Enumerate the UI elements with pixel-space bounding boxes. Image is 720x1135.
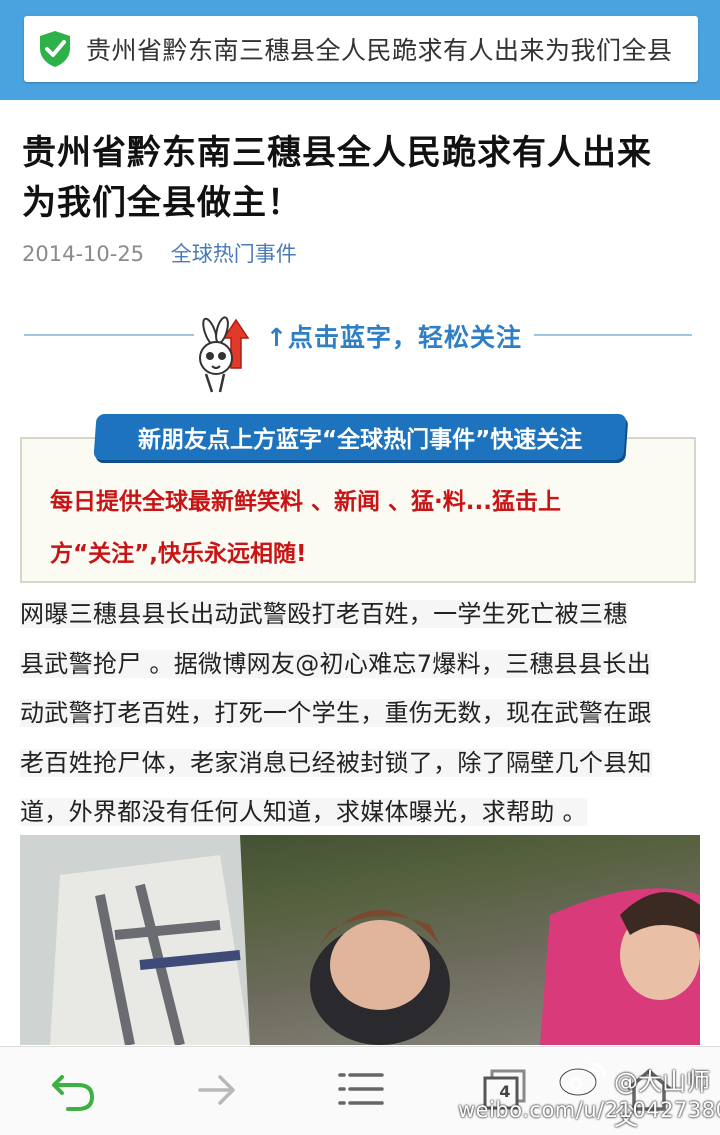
notice-text: 每日提供全球最新鲜笑料 、新闻 、猛·料...猛击上 方“关注”,快乐永远相随! <box>50 476 670 580</box>
browser-top-bar: 贵州省黔东南三穗县全人民跪求有人出来为我们全县 <box>0 0 720 100</box>
notice-line2: 方“关注”,快乐永远相随! <box>50 541 307 567</box>
follow-banner: ↑点击蓝字，轻松关注 <box>24 310 692 393</box>
address-bar[interactable]: 贵州省黔东南三穗县全人民跪求有人出来为我们全县 <box>24 16 698 82</box>
article-title-line2: 为我们全县做主！ <box>22 183 302 223</box>
divider-left <box>24 334 194 336</box>
body-line: 县武警抢尸 。据微博网友@初心难忘7爆料，三穗县县长出 <box>20 649 651 678</box>
body-line: 老百姓抢尸体，老家消息已经被封锁了，除了隔壁几个县知 <box>20 748 652 777</box>
follow-cta-text: ↑点击蓝字，轻松关注 <box>266 323 522 352</box>
body-line: 动武警打老百姓，打死一个学生，重伤无数，现在武警在跟 <box>20 699 652 727</box>
notice-line1: 每日提供全球最新鲜笑料 、新闻 、猛·料...猛击上 <box>50 489 561 515</box>
notice-tab: 新朋友点上方蓝字“全球热门事件”快速关注 <box>93 414 627 460</box>
notice-tab-label: 新朋友点上方蓝字“全球热门事件”快速关注 <box>137 427 583 453</box>
article-source-link[interactable]: 全球热门事件 <box>171 242 297 266</box>
article-photo[interactable] <box>20 835 700 1045</box>
article-title: 贵州省黔东南三穗县全人民跪求有人出来 为我们全县做主！ <box>22 128 702 228</box>
divider-right <box>534 334 692 336</box>
address-bar-text: 贵州省黔东南三穗县全人民跪求有人出来为我们全县 <box>86 36 673 65</box>
body-line: 网曝三穗县县长出动武警殴打老百姓，一学生死亡被三穗 <box>20 600 628 628</box>
body-line: 道，外界都没有任何人知道，求媒体曝光，求帮助 。 <box>20 798 587 826</box>
menu-icon[interactable] <box>336 1067 386 1113</box>
article-meta: 2014-10-25 全球热门事件 <box>22 238 297 268</box>
watermark-url: weibo.com/u/2104273807 <box>458 1098 720 1122</box>
shield-check-icon <box>40 31 70 67</box>
forward-icon[interactable] <box>192 1067 242 1113</box>
back-icon[interactable] <box>48 1067 98 1113</box>
article-date: 2014-10-25 <box>22 242 145 266</box>
article-body: 网曝三穗县县长出动武警殴打老百姓，一学生死亡被三穗 县武警抢尸 。据微博网友@初… <box>20 590 710 838</box>
weibo-logo-icon <box>558 1062 606 1097</box>
article-title-line1: 贵州省黔东南三穗县全人民跪求有人出来 <box>22 133 652 173</box>
rabbit-mascot-icon <box>199 316 250 393</box>
photo-content <box>20 835 700 1045</box>
